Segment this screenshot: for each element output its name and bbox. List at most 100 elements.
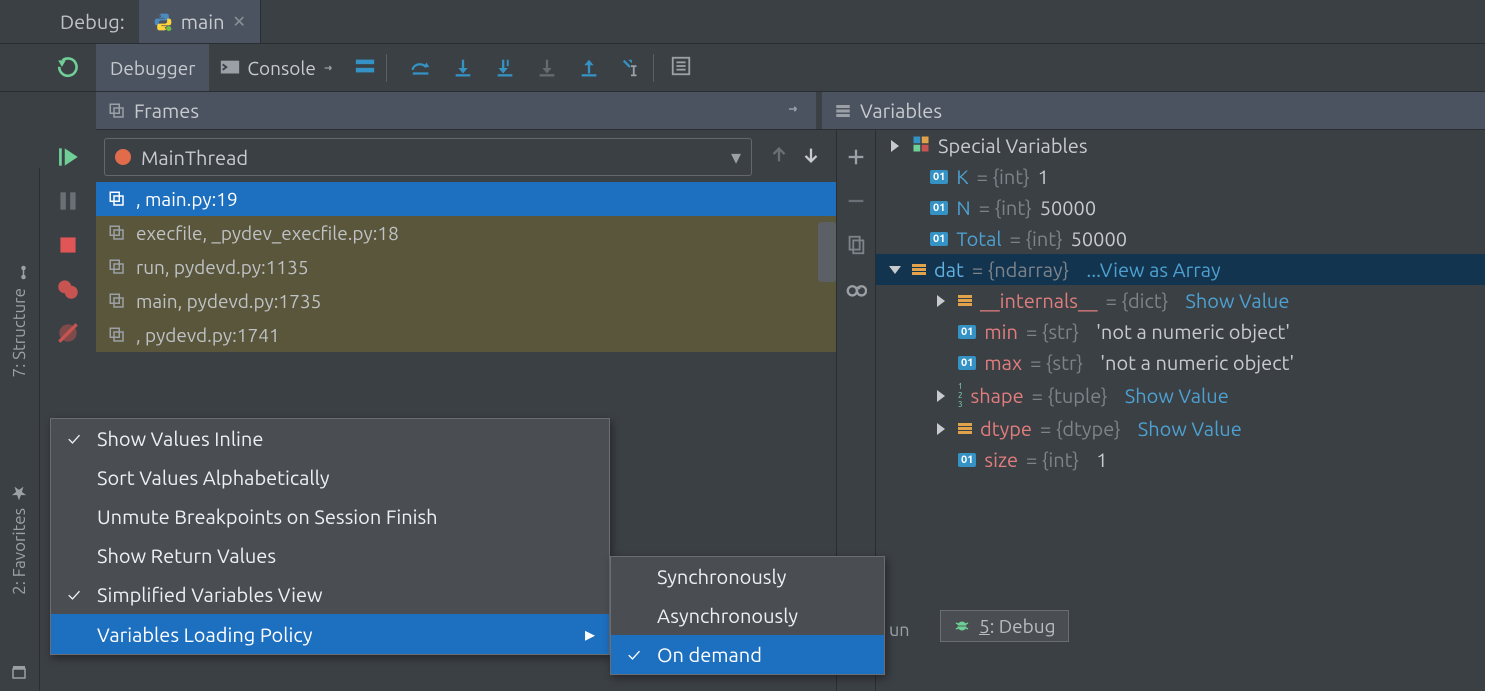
menu-item[interactable]: Variables Loading Policy▸ xyxy=(51,614,609,654)
menu-item[interactable]: ✓Simplified Variables View xyxy=(51,575,609,614)
debug-title: Debug: xyxy=(0,10,139,33)
menu-item[interactable]: ✓Show Values Inline xyxy=(51,419,609,458)
int-icon: 01 xyxy=(930,170,948,184)
thread-status-icon xyxy=(115,149,131,165)
restore-layout-icon[interactable] xyxy=(786,99,804,122)
frame-item[interactable]: , pydevd.py:1741 xyxy=(96,318,836,352)
chevron-down-icon: ▾ xyxy=(731,145,741,169)
mute-breakpoints-icon[interactable] xyxy=(55,320,81,346)
console-button[interactable]: Console xyxy=(209,44,347,91)
variable-child-row[interactable]: 01 size = {int} 1 xyxy=(876,444,1485,475)
variable-child-row[interactable]: 123 shape = {tuple} Show Value xyxy=(876,378,1485,413)
frames-scrollbar[interactable] xyxy=(818,222,836,282)
variables-panel-header[interactable]: Variables xyxy=(822,92,1485,129)
star-icon xyxy=(11,484,29,502)
thread-name: MainThread xyxy=(141,146,248,169)
view-breakpoints-icon[interactable] xyxy=(55,276,81,302)
show-value-link[interactable]: Show Value xyxy=(1185,289,1289,312)
thread-selector[interactable]: MainThread ▾ xyxy=(104,138,752,176)
step-into-my-code-icon[interactable] xyxy=(493,56,517,80)
array-icon xyxy=(958,295,972,306)
show-value-link[interactable]: Show Value xyxy=(1125,384,1229,407)
expand-icon[interactable] xyxy=(891,140,899,152)
variables-panel: Special Variables 01 K = {int} 101 N = {… xyxy=(876,130,1485,691)
structure-tool-label[interactable]: 7: Structure xyxy=(10,254,29,388)
int-icon: 01 xyxy=(958,325,976,339)
debug-tool-window-tab[interactable]: 5: Debug xyxy=(940,610,1069,642)
frames-title: Frames xyxy=(134,99,199,122)
variable-row[interactable]: 01 N = {int} 50000 xyxy=(876,192,1485,223)
variables-title: Variables xyxy=(860,99,942,122)
toolbar-separator-2 xyxy=(653,54,654,82)
menu-item[interactable]: Unmute Breakpoints on Session Finish xyxy=(51,497,609,536)
variable-dat-row[interactable]: dat = {ndarray} ...View as Array xyxy=(876,254,1485,285)
step-out-icon[interactable] xyxy=(577,56,601,80)
special-variables-icon xyxy=(912,134,930,157)
variable-child-row[interactable]: __internals__ = {dict} Show Value xyxy=(876,285,1485,316)
thread-group-icon[interactable] xyxy=(354,55,376,81)
file-tab-label: main xyxy=(181,10,225,33)
variable-child-row[interactable]: dtype = {dtype} Show Value xyxy=(876,413,1485,444)
panels-header: Frames Variables xyxy=(96,92,1485,130)
frame-item[interactable]: , main.py:19 xyxy=(96,182,836,216)
collapse-sidebar-icon[interactable] xyxy=(10,663,28,685)
rerun-icon[interactable] xyxy=(56,56,82,86)
array-icon xyxy=(958,423,972,434)
expand-icon[interactable] xyxy=(937,423,945,435)
expand-icon[interactable] xyxy=(937,295,945,307)
bug-icon xyxy=(953,617,971,635)
step-into-icon[interactable] xyxy=(451,56,475,80)
show-watches-icon[interactable] xyxy=(845,278,867,304)
int-icon: 01 xyxy=(930,232,948,246)
python-file-icon xyxy=(153,12,173,32)
collapse-icon[interactable] xyxy=(889,266,901,274)
expand-icon[interactable] xyxy=(937,390,945,402)
frame-item[interactable]: execfile, _pydev_execfile.py:18 xyxy=(96,216,836,250)
step-over-icon[interactable] xyxy=(409,56,433,80)
show-value-link[interactable]: Show Value xyxy=(1138,417,1242,440)
frame-up-icon[interactable] xyxy=(768,144,790,170)
new-watch-icon[interactable] xyxy=(845,146,867,172)
frame-down-icon[interactable] xyxy=(800,144,822,170)
toolbar-separator xyxy=(386,54,387,82)
submenu-item[interactable]: Asynchronously xyxy=(611,596,884,635)
run-to-cursor-icon[interactable] xyxy=(619,56,643,80)
menu-item[interactable]: Sort Values Alphabetically xyxy=(51,458,609,497)
variable-child-row[interactable]: 01 max = {str} 'not a numeric object' xyxy=(876,347,1485,378)
close-tab-icon[interactable]: ✕ xyxy=(233,12,246,31)
int-icon: 01 xyxy=(930,201,948,215)
top-tab-bar: Debug: main ✕ xyxy=(0,0,1485,44)
frame-item[interactable]: run, pydevd.py:1135 xyxy=(96,250,836,284)
debugger-settings-menu[interactable]: ✓Show Values InlineSort Values Alphabeti… xyxy=(50,418,610,655)
int-icon: 01 xyxy=(958,453,976,467)
evaluate-expression-icon[interactable] xyxy=(670,55,692,81)
variable-row[interactable]: 01 Total = {int} 50000 xyxy=(876,223,1485,254)
variable-child-row[interactable]: 01 min = {str} 'not a numeric object' xyxy=(876,316,1485,347)
loading-policy-submenu[interactable]: SynchronouslyAsynchronously✓On demand xyxy=(610,556,885,675)
structure-icon xyxy=(11,264,29,282)
submenu-item[interactable]: ✓On demand xyxy=(611,635,884,674)
int-icon: 01 xyxy=(958,356,976,370)
frames-panel-header[interactable]: Frames xyxy=(96,92,816,129)
file-tab-main[interactable]: main ✕ xyxy=(139,0,261,43)
console-button-label: Console xyxy=(247,57,315,79)
duplicate-watch-icon[interactable] xyxy=(845,234,867,260)
debugger-tab[interactable]: Debugger xyxy=(96,44,209,91)
special-variables-label: Special Variables xyxy=(938,134,1088,157)
remove-watch-icon[interactable] xyxy=(845,190,867,216)
menu-item[interactable]: Show Return Values xyxy=(51,536,609,575)
pause-icon[interactable] xyxy=(55,188,81,214)
view-as-array-link[interactable]: ...View as Array xyxy=(1086,258,1220,281)
debug-toolbar: Debugger Console xyxy=(0,44,1485,92)
variable-row[interactable]: 01 K = {int} 1 xyxy=(876,161,1485,192)
tuple-icon: 123 xyxy=(958,382,963,409)
stop-icon[interactable] xyxy=(55,232,81,258)
special-variables-row[interactable]: Special Variables xyxy=(876,130,1485,161)
left-tool-sidebar: 7: Structure 2: Favorites xyxy=(0,168,40,691)
favorites-tool-label[interactable]: 2: Favorites xyxy=(10,474,29,605)
resume-icon[interactable] xyxy=(55,144,81,170)
run-tab-fragment: un xyxy=(889,620,910,640)
force-step-into-icon[interactable] xyxy=(535,56,559,80)
submenu-item[interactable]: Synchronously xyxy=(611,557,884,596)
frame-item[interactable]: main, pydevd.py:1735 xyxy=(96,284,836,318)
